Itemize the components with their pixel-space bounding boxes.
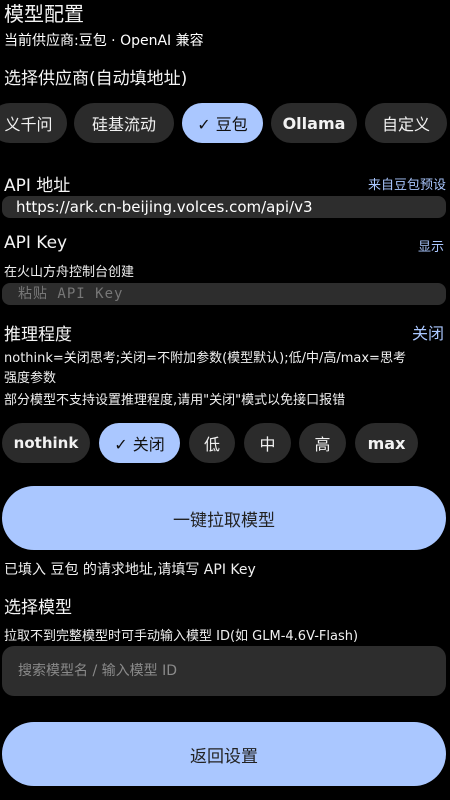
fetch-models-button[interactable]: 一键拉取模型: [2, 486, 446, 550]
model-section-title: 选择模型: [4, 598, 72, 618]
reasoning-chip-nothink[interactable]: nothink: [2, 423, 90, 463]
reasoning-chip-off[interactable]: ✓ 关闭: [99, 423, 180, 463]
api-key-field[interactable]: [2, 283, 446, 305]
back-to-settings-button[interactable]: 返回设置: [2, 722, 446, 786]
reasoning-chip-row: nothink ✓ 关闭 低 中 高 max: [0, 423, 450, 465]
current-provider-text: 当前供应商:豆包 · OpenAI 兼容: [4, 33, 204, 49]
api-key-label: API Key: [4, 233, 68, 253]
model-search-input[interactable]: [16, 662, 446, 680]
reasoning-chip-low[interactable]: 低: [189, 423, 235, 463]
provider-chip-qianwen[interactable]: 义千问: [0, 103, 67, 143]
reasoning-note: 部分模型不支持设置推理程度,请用"关闭"模式以免接口报错: [4, 393, 346, 408]
provider-chip-ollama[interactable]: Ollama: [271, 103, 357, 143]
reasoning-title: 推理程度: [4, 325, 72, 345]
reasoning-chip-max[interactable]: max: [355, 423, 418, 463]
provider-chip-doubao[interactable]: ✓ 豆包: [182, 103, 263, 143]
api-url-field[interactable]: https://ark.cn-beijing.volces.com/api/v3: [2, 196, 446, 218]
provider-section-title: 选择供应商(自动填地址): [4, 69, 188, 89]
provider-chip-custom[interactable]: 自定义: [365, 103, 447, 143]
reasoning-chip-high[interactable]: 高: [299, 423, 346, 463]
provider-chip-siliconflow[interactable]: 硅基流动: [74, 103, 174, 143]
reasoning-chip-medium[interactable]: 中: [244, 423, 291, 463]
reasoning-desc-line1: nothink=关闭思考;关闭=不附加参数(模型默认);低/中/高/max=思考: [4, 351, 406, 366]
show-key-toggle[interactable]: 显示: [418, 236, 444, 255]
api-url-value: https://ark.cn-beijing.volces.com/api/v3: [16, 198, 313, 216]
page-title: 模型配置: [4, 2, 84, 26]
reasoning-current-value[interactable]: 关闭: [412, 320, 444, 344]
api-key-hint: 在火山方舟控制台创建: [4, 265, 135, 280]
reasoning-desc-line2: 强度参数: [4, 371, 57, 386]
api-url-label: API 地址: [4, 176, 71, 196]
fetch-status-text: 已填入 豆包 的请求地址,请填写 API Key: [4, 562, 256, 578]
model-section-hint: 拉取不到完整模型时可手动输入模型 ID(如 GLM-4.6V-Flash): [4, 629, 359, 644]
preset-source-link[interactable]: 来自豆包预设: [368, 174, 446, 193]
model-search-field[interactable]: [2, 646, 446, 696]
provider-chip-row: 义千问 硅基流动 ✓ 豆包 Ollama 自定义: [0, 103, 450, 145]
api-key-input[interactable]: [16, 285, 446, 303]
